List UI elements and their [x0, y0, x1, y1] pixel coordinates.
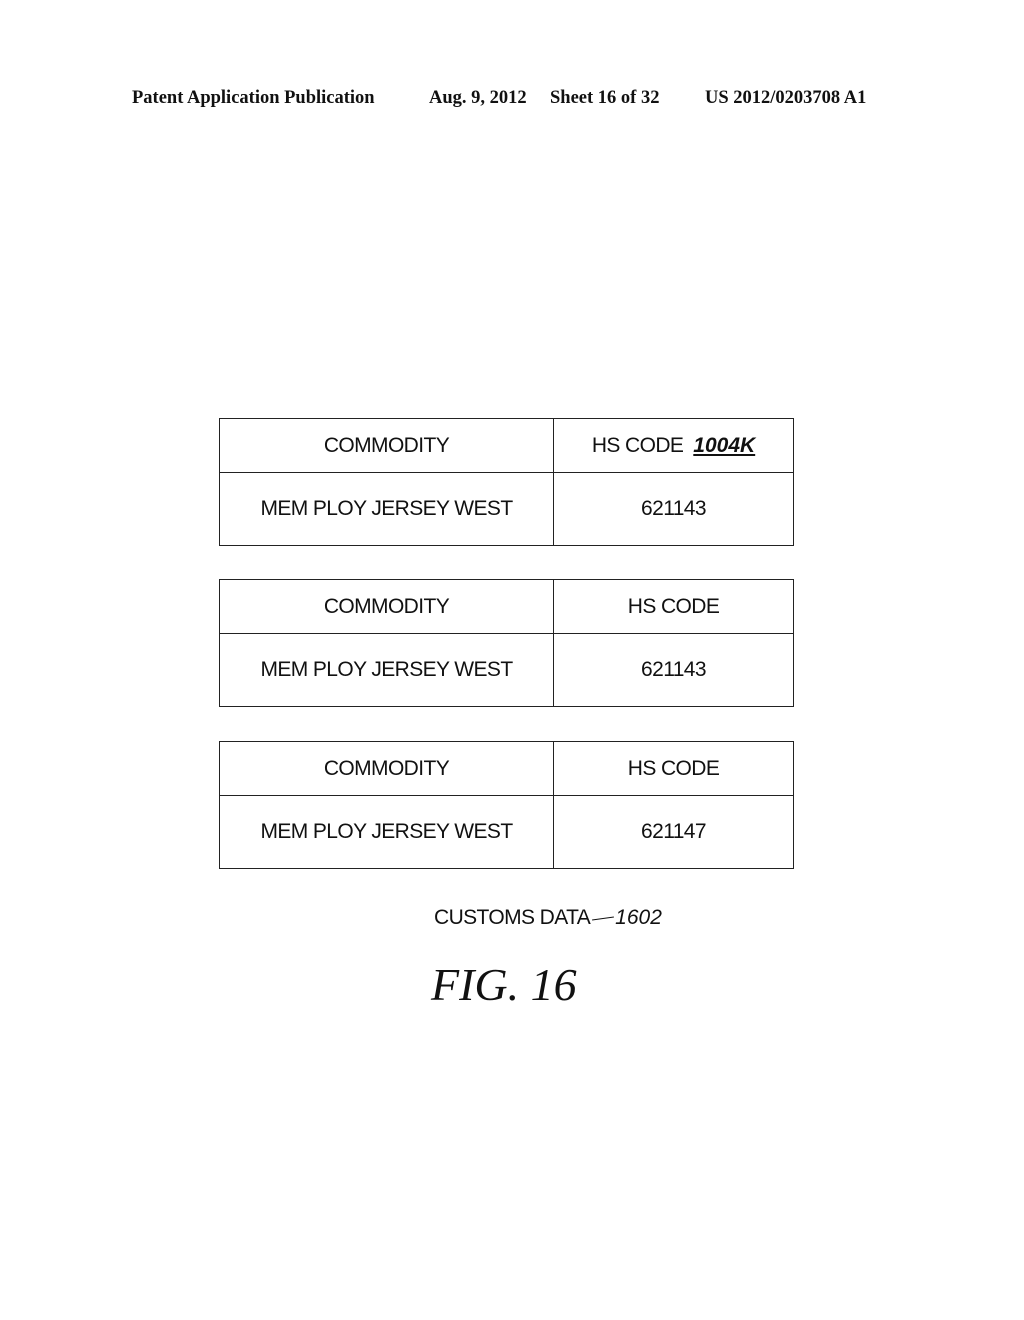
- cell-hs-code: 621143: [641, 658, 707, 681]
- cell-hs-code: 621147: [641, 820, 707, 843]
- header-hs-code: HS CODE 1004K: [554, 419, 793, 472]
- caption-label: CUSTOMS DATA: [434, 906, 591, 929]
- hs-code-label: HS CODE: [591, 433, 684, 457]
- table-row: MEM PLOY JERSEY WEST 621143: [220, 473, 793, 545]
- leader-line: [592, 915, 615, 921]
- publication-date: Aug. 9, 2012: [429, 88, 527, 108]
- header-commodity: COMMODITY: [220, 419, 554, 472]
- sheet-number: Sheet 16 of 32: [550, 88, 660, 108]
- cell-commodity: MEM PLOY JERSEY WEST: [220, 634, 554, 706]
- cell-commodity: MEM PLOY JERSEY WEST: [220, 473, 554, 545]
- table-header-row: COMMODITY HS CODE 1004K: [220, 419, 793, 473]
- header-commodity: COMMODITY: [220, 580, 554, 633]
- cell-hs-code: 621143: [641, 497, 707, 520]
- table-row: MEM PLOY JERSEY WEST 621143: [220, 634, 793, 706]
- header-hs-code: HS CODE: [627, 594, 720, 618]
- cell-commodity: MEM PLOY JERSEY WEST: [220, 796, 554, 868]
- table-header-row: COMMODITY HS CODE: [220, 742, 793, 796]
- customs-table-1: COMMODITY HS CODE 1004K MEM PLOY JERSEY …: [219, 418, 794, 546]
- customs-table-3: COMMODITY HS CODE MEM PLOY JERSEY WEST 6…: [219, 741, 794, 869]
- patent-number: US 2012/0203708 A1: [705, 88, 867, 108]
- figure-label: FIG. 16: [431, 959, 577, 1010]
- page-header: Patent Application Publication Aug. 9, 2…: [0, 88, 1024, 114]
- table-row: MEM PLOY JERSEY WEST 621147: [220, 796, 793, 868]
- caption-reference-numeral: 1602: [615, 906, 662, 929]
- table-header-row: COMMODITY HS CODE: [220, 580, 793, 634]
- figure-caption: CUSTOMS DATA 1602: [434, 906, 662, 930]
- reference-numeral: 1004K: [693, 433, 756, 457]
- publication-title: Patent Application Publication: [132, 88, 375, 108]
- customs-table-2: COMMODITY HS CODE MEM PLOY JERSEY WEST 6…: [219, 579, 794, 707]
- header-commodity: COMMODITY: [220, 742, 554, 795]
- header-hs-code: HS CODE: [627, 756, 720, 780]
